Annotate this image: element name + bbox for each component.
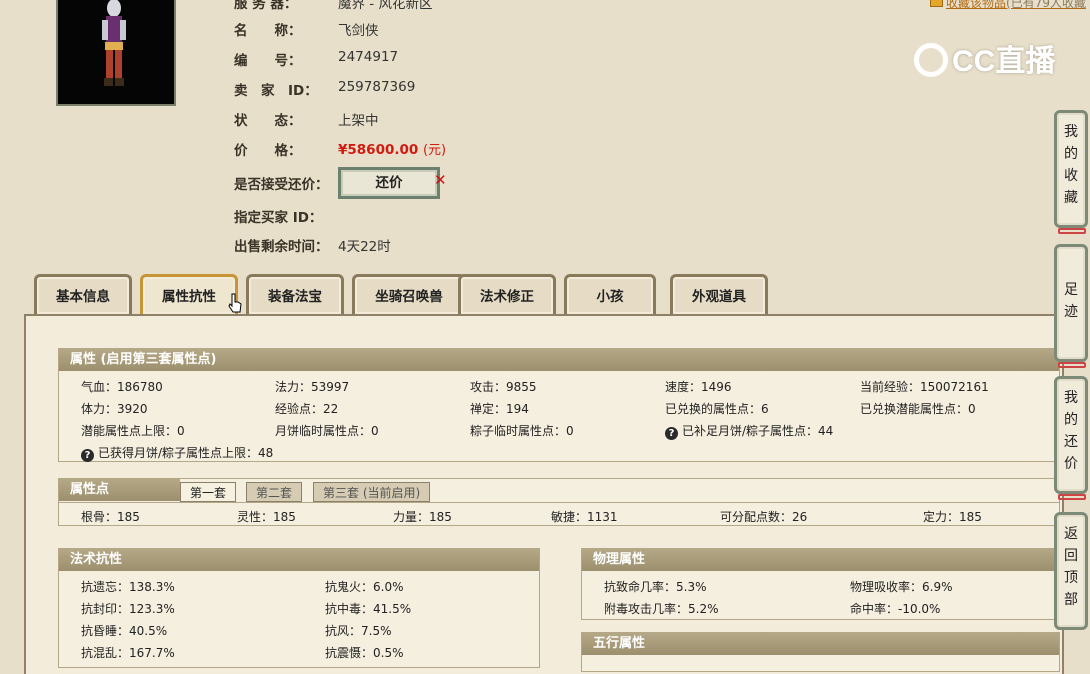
attr-cell: 气血：186780: [81, 380, 163, 394]
point-cell: 力量：185: [393, 510, 452, 524]
subtab-set-2[interactable]: 第二套: [246, 482, 303, 502]
side-back-to-top[interactable]: 返回顶部: [1054, 512, 1088, 630]
attr-cell: 粽子临时属性点：0: [470, 424, 574, 438]
phys-cell: 抗致命几率：5.3%: [604, 580, 707, 594]
five-elements-box: 五行属性: [581, 632, 1060, 672]
points-box-title: 属性点: [59, 479, 180, 501]
side-my-favorites[interactable]: 我的收藏: [1054, 110, 1088, 228]
help-icon[interactable]: ?: [81, 449, 94, 462]
tab-spell-fix[interactable]: 法术修正: [458, 274, 556, 314]
attribute-box-title: 属性 (启用第三套属性点): [59, 349, 1059, 371]
side-separator: [1058, 228, 1086, 234]
magic-resist-title: 法术抗性: [59, 549, 539, 571]
point-cell: 根骨：185: [81, 510, 140, 524]
subtab-set-3[interactable]: 第三套 (当前启用): [313, 482, 431, 502]
side-separator: [1058, 494, 1086, 500]
point-cell: 可分配点数：26: [720, 510, 808, 524]
attribute-box: 属性 (启用第三套属性点) 气血：186780 法力：53997 攻击：9855…: [58, 348, 1060, 462]
character-portrait: [56, 0, 176, 106]
attr-cell: 已兑换潜能属性点：0: [860, 402, 976, 416]
attr-cell-help: ? 已补足月饼/粽子属性点：44: [665, 422, 833, 440]
five-elements-title: 五行属性: [582, 633, 1059, 655]
attr-cell: 潜能属性点上限：0: [81, 424, 185, 438]
favorite-link[interactable]: 收藏该物品(已有79人收藏: [930, 0, 1086, 11]
attr-cell: 法力：53997: [275, 380, 350, 394]
tab-child[interactable]: 小孩: [564, 274, 656, 314]
phys-cell: 物理吸收率：6.9%: [850, 580, 953, 594]
tab-attributes[interactable]: 属性抗性: [140, 274, 238, 314]
close-icon[interactable]: ✕: [434, 171, 447, 189]
side-my-bargains[interactable]: 我的还价: [1054, 376, 1088, 494]
resist-cell: 抗遗忘：138.3%: [81, 580, 175, 594]
resist-cell: 抗鬼火：6.0%: [325, 580, 404, 594]
tab-basic-info[interactable]: 基本信息: [34, 274, 132, 314]
physical-title: 物理属性: [582, 549, 1059, 571]
attr-cell: 当前经验：150072161: [860, 380, 989, 394]
magic-resist-box: 法术抗性 抗遗忘：138.3% 抗鬼火：6.0% 抗封印：123.3% 抗中毒：…: [58, 548, 540, 668]
tab-mounts-pets[interactable]: 坐骑召唤兽: [352, 274, 466, 314]
resist-cell: 抗混乱：167.7%: [81, 646, 175, 660]
bargain-button[interactable]: 还价: [338, 167, 440, 199]
attr-cell: 体力：3920: [81, 402, 148, 416]
resist-cell: 抗中毒：41.5%: [325, 602, 412, 616]
resist-cell: 抗震慑：0.5%: [325, 646, 404, 660]
tab-equipment[interactable]: 装备法宝: [246, 274, 344, 314]
tab-appearance[interactable]: 外观道具: [670, 274, 768, 314]
help-icon[interactable]: ?: [665, 427, 678, 440]
point-cell: 敏捷：1131: [551, 510, 618, 524]
cursor-icon: [228, 293, 242, 313]
cc-logo-icon: [914, 43, 948, 77]
point-cell: 灵性：185: [237, 510, 296, 524]
divider: [59, 502, 1059, 503]
resist-cell: 抗昏睡：40.5%: [81, 624, 168, 638]
cc-live-watermark: CC直播: [914, 36, 1055, 80]
resist-cell: 抗风：7.5%: [325, 624, 392, 638]
side-footprints[interactable]: 足迹: [1054, 244, 1088, 362]
attr-cell: 禅定：194: [470, 402, 529, 416]
gift-icon: [930, 0, 943, 7]
phys-cell: 命中率：-10.0%: [850, 602, 941, 616]
attr-cell: 攻击：9855: [470, 380, 537, 394]
attr-cell: 经验点：22: [275, 402, 339, 416]
subtab-set-1[interactable]: 第一套: [180, 482, 237, 502]
price-value: ¥58600.00 (元): [338, 142, 447, 158]
points-box: 属性点 第一套 第二套 第三套 (当前启用) 根骨：185 灵性：185 力量：…: [58, 478, 1060, 526]
point-cell: 定力：185: [923, 510, 982, 524]
physical-box: 物理属性 抗致命几率：5.3% 物理吸收率：6.9% 附毒攻击几率：5.2% 命…: [581, 548, 1060, 620]
attr-cell: 速度：1496: [665, 380, 732, 394]
side-separator: [1058, 362, 1086, 368]
attr-cell: 月饼临时属性点：0: [275, 424, 379, 438]
phys-cell: 附毒攻击几率：5.2%: [604, 602, 719, 616]
attr-cell: 已兑换的属性点：6: [665, 402, 769, 416]
resist-cell: 抗封印：123.3%: [81, 602, 175, 616]
attr-cell-help: ? 已获得月饼/粽子属性点上限：48: [81, 444, 273, 462]
